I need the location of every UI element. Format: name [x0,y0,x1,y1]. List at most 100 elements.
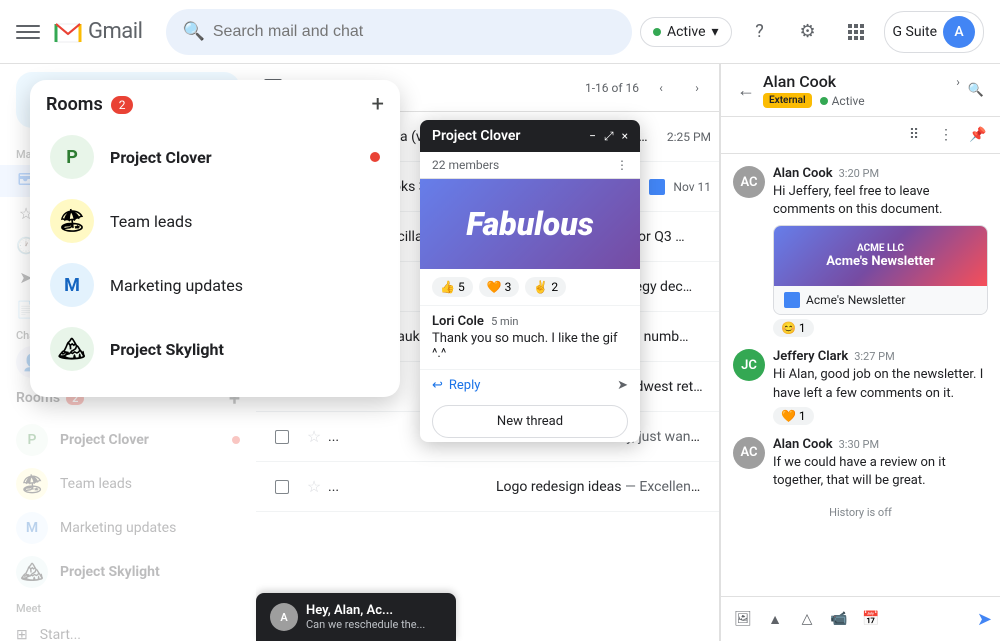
next-page-button[interactable]: › [683,74,711,102]
meet-section-label: Meet [0,594,256,619]
thread-more-button[interactable]: ⋮ [616,158,628,172]
external-badge: External [763,93,812,108]
expand-button[interactable]: ⤢ [604,129,614,144]
settings-button[interactable]: ⚙ [788,12,828,52]
thread-popup-title: Project Clover [432,128,520,144]
email-subject: Logo redesign ideas — Excellent. Do have… [496,479,703,495]
new-thread-button[interactable]: New thread [432,405,628,438]
floating-chat-header[interactable]: A Hey, Alan, Ac... Can we reschedule the… [256,593,456,641]
marketing-panel-name: Marketing updates [110,276,243,295]
minimize-button[interactable]: − [589,129,596,144]
marketing-panel-avatar: M [50,263,94,307]
message-time: 3:30 PM [839,438,879,451]
drive-attach-button[interactable]: ▲ [761,605,789,633]
thread-popup-controls: − ⤢ × [589,129,628,144]
chat-header: ← Alan Cook › External Active 🔍 [721,64,1000,117]
history-off-divider: History is off [733,502,988,523]
chat-pin-button[interactable]: 📌 [964,121,992,149]
reaction-heart[interactable]: 🧡 3 [479,277,520,297]
thread-reply-bar: ↩ Reply ➤ [420,370,640,401]
floating-chat-preview: Can we reschedule the... [306,618,442,631]
message-content: Jeffery Clark 3:27 PM Hi Alan, good job … [773,349,988,424]
chat-search-button[interactable]: 🔍 [968,83,984,98]
project-skylight-panel-avatar: 🏔 [50,327,94,371]
reaction-peace[interactable]: ✌ 2 [525,277,566,297]
hamburger-icon[interactable] [16,20,40,44]
project-clover-notification [232,436,240,444]
team-leads-panel-avatar: 🏖 [50,199,94,243]
message-text: Hi Jeffery, feel free to leave comments … [773,183,988,219]
video-call-button[interactable]: 📹 [825,605,853,633]
grid-view-button[interactable]: ⠿ [900,121,928,149]
active-dot-small [820,97,828,105]
thread-popup-header: Project Clover − ⤢ × [420,120,640,152]
project-clover-name: Project Clover [60,432,149,448]
room-item-marketing[interactable]: M Marketing updates [0,506,256,550]
image-attach-button[interactable]: 🖼 [729,605,757,633]
active-status-button[interactable]: Active ▾ [640,17,732,47]
room-item-project-skylight[interactable]: 🏔 Project Skylight [0,550,256,594]
reply-button[interactable]: ↩ Reply [432,378,480,393]
rooms-panel-item-marketing[interactable]: M Marketing updates [30,253,400,317]
active-status-indicator: Active [820,94,865,108]
chat-contact-name: Alan Cook [763,72,950,91]
sender-avatar: JC [733,349,765,381]
team-leads-avatar: 🏖 [16,468,48,500]
floating-chat-preview[interactable]: A Hey, Alan, Ac... Can we reschedule the… [256,593,456,641]
newsletter-image: ACME LLCAcme's Newsletter [774,226,987,286]
email-row[interactable]: ☆ ... Logo redesign ideas — Excellent. D… [256,462,719,512]
newsletter-card[interactable]: ACME LLCAcme's Newsletter Acme's Newslet… [773,225,988,315]
project-skylight-panel-name: Project Skylight [110,340,224,359]
floating-chat-name: Hey, Alan, Ac... [306,603,442,618]
rooms-panel-item-project-skylight[interactable]: 🏔 Project Skylight [30,317,400,381]
email-checkbox[interactable] [264,480,300,494]
team-leads-panel-name: Team leads [110,212,192,231]
email-star-empty[interactable]: ☆ [300,427,328,446]
close-popup-button[interactable]: × [622,129,628,144]
back-button[interactable]: ← [737,80,755,101]
project-skylight-avatar: 🏔 [16,556,48,588]
rooms-panel-add-button[interactable]: + [372,92,384,117]
email-checkbox[interactable] [264,430,300,444]
email-star-empty[interactable]: ☆ [300,477,328,496]
reaction-thumbs-up[interactable]: 👍 5 [432,277,473,297]
search-input[interactable] [213,23,616,41]
floating-chat-avatar: A [270,603,298,631]
rooms-panel-item-team-leads[interactable]: 🏖 Team leads [30,189,400,253]
thread-message: Lori Cole 5 min Thank you so much. I lik… [420,306,640,370]
apps-grid-button[interactable] [836,12,876,52]
thread-image-text: Fabulous [466,205,593,243]
emoji-button[interactable]: △ [793,605,821,633]
chat-action-bar: ⠿ ⋮ 📌 [721,117,1000,154]
team-leads-name: Team leads [60,476,132,492]
start-meeting-icon: ⊞ [16,627,28,641]
help-button[interactable]: ? [740,12,780,52]
chat-input-icons: 🖼 ▲ △ 📹 📅 [729,605,885,633]
email-sender: ... [328,479,488,495]
newsletter-footer: Acme's Newsletter [774,286,987,314]
thread-popup: Project Clover − ⤢ × 22 members ⋮ Fabulo… [420,120,640,442]
project-clover-avatar: P [16,424,48,456]
user-avatar: A [943,16,975,48]
room-item-team-leads[interactable]: 🏖 Team leads [0,462,256,506]
sender-name: Alan Cook [773,437,833,452]
floating-chat-info: Hey, Alan, Ac... Can we reschedule the..… [306,603,442,631]
calendar-button[interactable]: 📅 [857,605,885,633]
emoji-reaction[interactable]: 😊 1 [773,319,814,337]
gsuite-button[interactable]: G Suite A [884,11,984,53]
rooms-panel-item-project-clover[interactable]: P Project Clover [30,125,400,189]
send-reply-button[interactable]: ➤ [617,378,628,393]
search-bar[interactable]: 🔍 [166,9,632,55]
send-message-button[interactable]: ➤ [977,609,992,630]
reply-icon: ↩ [432,378,443,393]
thread-popup-subtitle: 22 members ⋮ [420,152,640,179]
room-item-project-clover[interactable]: P Project Clover [0,418,256,462]
emoji-reaction[interactable]: 🧡 1 [773,407,814,425]
active-dot [653,28,661,36]
email-time: Nov 11 [673,180,711,194]
message-text: Hi Alan, good job on the newsletter. I h… [773,366,988,402]
chat-input-bar: 🖼 ▲ △ 📹 📅 ➤ [721,596,1000,641]
chat-more-button[interactable]: ⋮ [932,121,960,149]
prev-page-button[interactable]: ‹ [647,74,675,102]
meet-item-start[interactable]: ⊞ Start... [0,619,256,641]
